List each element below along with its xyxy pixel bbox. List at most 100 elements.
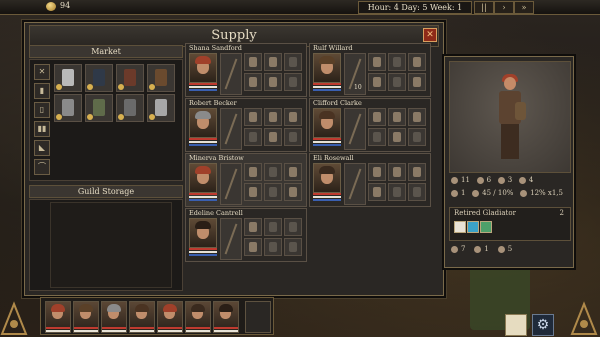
equipment-slot[interactable] (368, 53, 386, 71)
equipment-slot[interactable] (408, 163, 426, 181)
equipment-slot[interactable] (264, 128, 282, 146)
weapon-slot[interactable] (344, 163, 366, 205)
equipment-slot[interactable] (244, 218, 262, 236)
mercenary-portrait[interactable] (189, 163, 217, 193)
equipment-slot[interactable] (264, 163, 282, 181)
mercenary-portrait[interactable] (189, 53, 217, 83)
equipment-slot[interactable] (264, 218, 282, 236)
mercenary-card[interactable]: Clifford Clarke (309, 98, 431, 152)
mercenary-card[interactable]: Minerva Bristow (185, 153, 307, 207)
weapon-slot[interactable] (220, 108, 242, 150)
equipment-slot[interactable] (368, 73, 386, 91)
equipment-slot[interactable] (388, 163, 406, 181)
equipment-slot[interactable] (368, 183, 386, 201)
stamina-bar (46, 330, 70, 332)
equipment-icon (269, 187, 277, 197)
equipment-slot[interactable] (388, 73, 406, 91)
equipment-slot[interactable] (408, 73, 426, 91)
equipment-slot[interactable] (388, 108, 406, 126)
equipment-slot[interactable] (284, 218, 302, 236)
storage-area[interactable] (50, 202, 172, 288)
equipment-slot[interactable] (284, 128, 302, 146)
party-member-portrait[interactable] (213, 301, 239, 333)
market-item-slot[interactable] (116, 64, 144, 92)
market-filter-0[interactable]: ✕ (34, 64, 50, 80)
market-item-slot[interactable] (116, 94, 144, 122)
market-filter-2[interactable]: ▯ (34, 102, 50, 118)
equipment-slot[interactable] (388, 128, 406, 146)
mercenary-portrait[interactable] (313, 163, 341, 193)
party-member-portrait[interactable] (129, 301, 155, 333)
market-filter-3[interactable]: ▮▮ (34, 121, 50, 137)
equipment-slot[interactable] (244, 108, 262, 126)
trait-icon[interactable] (454, 221, 466, 233)
party-member-portrait[interactable] (101, 301, 127, 333)
party-member-portrait[interactable] (45, 301, 71, 333)
equipment-slot[interactable] (244, 163, 262, 181)
settings-gear-icon[interactable]: ⚙ (532, 314, 554, 336)
equipment-slot[interactable] (368, 163, 386, 181)
equipment-slot[interactable] (284, 163, 302, 181)
party-member-portrait[interactable] (73, 301, 99, 333)
empty-party-slot[interactable] (245, 301, 271, 333)
equipment-slot[interactable] (284, 53, 302, 71)
equipment-icon (373, 77, 381, 87)
mercenary-card[interactable]: Rulf Willard 10 (309, 43, 431, 97)
close-button[interactable]: ✕ (423, 28, 437, 42)
equipment-slot[interactable] (388, 183, 406, 201)
equipment-slot[interactable] (284, 238, 302, 256)
equipment-slot[interactable] (264, 108, 282, 126)
equipment-slot[interactable] (408, 53, 426, 71)
market-filter-1[interactable]: ▮ (34, 83, 50, 99)
market-item-slot[interactable] (85, 64, 113, 92)
equipment-slot[interactable] (264, 53, 282, 71)
equipment-slot[interactable] (264, 238, 282, 256)
mercenary-card[interactable]: Eli Rosewall (309, 153, 431, 207)
equipment-slot[interactable] (244, 183, 262, 201)
party-member-portrait[interactable] (157, 301, 183, 333)
play-button[interactable]: › (494, 1, 514, 14)
weapon-slot[interactable] (220, 53, 242, 95)
weapon-slot[interactable] (220, 163, 242, 205)
equipment-slot[interactable] (284, 73, 302, 91)
equipment-slot[interactable] (244, 53, 262, 71)
equipment-slot[interactable] (388, 53, 406, 71)
fast-forward-button[interactable]: » (514, 1, 534, 14)
equipment-slot[interactable] (284, 108, 302, 126)
market-item-slot[interactable] (54, 94, 82, 122)
market-item-slot[interactable] (54, 64, 82, 92)
equipment-slot[interactable] (244, 128, 262, 146)
equipment-slot[interactable] (368, 108, 386, 126)
mercenary-portrait[interactable] (189, 108, 217, 138)
mercenary-card[interactable]: Robert Becker (185, 98, 307, 152)
equipment-slot[interactable] (408, 183, 426, 201)
equipment-slot[interactable] (244, 238, 262, 256)
equipment-slot[interactable] (408, 128, 426, 146)
market-item-slot[interactable] (85, 94, 113, 122)
stat-resolve: 7 (461, 245, 466, 253)
mercenary-card[interactable]: Shana Sandford (185, 43, 307, 97)
market-item-slot[interactable] (147, 64, 175, 92)
equipment-slot[interactable] (264, 73, 282, 91)
equipment-slot[interactable] (408, 108, 426, 126)
pause-button[interactable]: || (474, 1, 494, 14)
equipment-slot[interactable] (368, 128, 386, 146)
party-member-portrait[interactable] (185, 301, 211, 333)
mercenary-portrait[interactable] (189, 218, 217, 248)
mercenary-portrait[interactable] (313, 53, 341, 83)
weapon-slot[interactable] (220, 218, 242, 260)
market-filter-4[interactable]: ◣ (34, 140, 50, 156)
guild-storage-panel[interactable] (29, 199, 183, 291)
market-filter-5[interactable]: ⌒ (34, 159, 50, 175)
equipment-slot[interactable] (264, 183, 282, 201)
trait-icon[interactable] (467, 221, 479, 233)
trait-icon[interactable] (480, 221, 492, 233)
journal-scroll-icon[interactable] (505, 314, 527, 336)
equipment-slot[interactable] (244, 73, 262, 91)
equipment-slot[interactable] (284, 183, 302, 201)
market-item-slot[interactable] (147, 94, 175, 122)
equipment-icon (289, 222, 297, 232)
mercenary-card[interactable]: Edeline Cantrell (185, 208, 307, 262)
mercenary-portrait[interactable] (313, 108, 341, 138)
weapon-slot[interactable] (344, 108, 366, 150)
